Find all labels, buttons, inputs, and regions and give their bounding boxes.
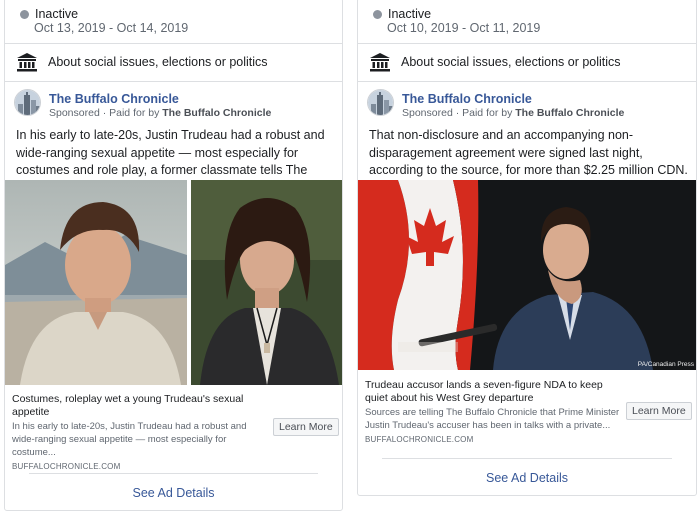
divider (29, 473, 318, 474)
page-name-link[interactable]: The Buffalo Chronicle (49, 91, 271, 107)
link-preview[interactable]: Trudeau accusor lands a seven-figure NDA… (365, 379, 627, 444)
ad-media[interactable]: PA/Canadian Press (358, 180, 696, 370)
buffalo-skyline-icon (368, 90, 393, 115)
link-preview[interactable]: Costumes, roleplay wet a young Trudeau's… (12, 393, 262, 471)
sponsored-label: Sponsored (49, 107, 100, 119)
divider (5, 43, 342, 44)
status-dot-icon (373, 9, 382, 19)
paid-for-by: The Buffalo Chronicle (162, 107, 272, 119)
disclaimer-text: About social issues, elections or politi… (48, 55, 268, 69)
page-header: The Buffalo Chronicle Sponsored · Paid f… (14, 89, 271, 120)
sponsor-line: Sponsored · Paid for by The Buffalo Chro… (49, 107, 271, 120)
ad-card: Inactive Oct 10, 2019 - Oct 11, 2019 Abo… (357, 0, 697, 496)
divider (382, 458, 672, 459)
learn-more-button[interactable]: Learn More (273, 418, 339, 436)
page-avatar[interactable] (14, 89, 41, 116)
link-description: Sources are telling The Buffalo Chronicl… (365, 407, 620, 431)
page-avatar[interactable] (367, 89, 394, 116)
status-text: Inactive (35, 7, 79, 21)
paid-for-by: The Buffalo Chronicle (515, 107, 625, 119)
see-ad-details-link[interactable]: See Ad Details (5, 486, 342, 500)
link-description: In his early to late-20s, Justin Trudeau… (12, 421, 247, 458)
ad-card: Inactive Oct 13, 2019 - Oct 14, 2019 Abo… (4, 0, 343, 511)
date-range: Oct 10, 2019 - Oct 11, 2019 (387, 21, 541, 35)
link-title[interactable]: Costumes, roleplay wet a young Trudeau's… (12, 393, 262, 419)
divider (358, 43, 696, 44)
ad-image (358, 180, 696, 370)
status-dot-icon (20, 9, 29, 19)
divider (5, 81, 342, 82)
divider (358, 81, 696, 82)
disclaimer-text: About social issues, elections or politi… (401, 55, 621, 69)
sponsored-label: Sponsored (402, 107, 453, 119)
buffalo-skyline-icon (15, 90, 40, 115)
status-text: Inactive (388, 7, 432, 21)
paid-for-prefix: · Paid for by (102, 107, 160, 119)
link-title[interactable]: Trudeau accusor lands a seven-figure NDA… (365, 379, 627, 405)
page-header: The Buffalo Chronicle Sponsored · Paid f… (367, 89, 624, 120)
bank-icon (370, 53, 390, 72)
ad-image (5, 180, 342, 385)
ad-body-text: That non-disclosure and an accompanying … (369, 128, 688, 177)
ad-media[interactable] (5, 180, 342, 385)
disclaimer-row: About social issues, elections or politi… (369, 50, 621, 74)
bank-icon (17, 53, 37, 72)
date-range: Oct 13, 2019 - Oct 14, 2019 (34, 21, 189, 35)
sponsor-line: Sponsored · Paid for by The Buffalo Chro… (402, 107, 624, 120)
link-domain: BUFFALOCHRONICLE.COM (12, 462, 121, 471)
page-name-link[interactable]: The Buffalo Chronicle (402, 91, 624, 107)
learn-more-button[interactable]: Learn More (626, 402, 692, 420)
see-ad-details-link[interactable]: See Ad Details (358, 471, 696, 485)
link-domain: BUFFALOCHRONICLE.COM (365, 435, 474, 444)
photo-credit: PA/Canadian Press (637, 361, 694, 368)
disclaimer-row: About social issues, elections or politi… (16, 50, 268, 74)
paid-for-prefix: · Paid for by (455, 107, 513, 119)
